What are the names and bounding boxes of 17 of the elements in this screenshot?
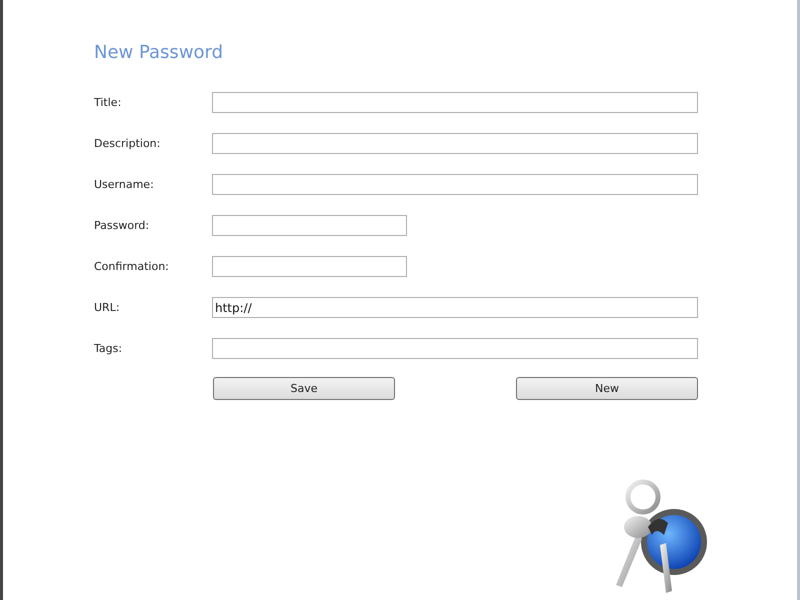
field-label: Description:: [94, 137, 162, 150]
field-label: Password:: [94, 219, 150, 232]
field-label: Tags:: [94, 342, 124, 355]
input-field[interactable]: http://: [212, 297, 698, 318]
form-button[interactable]: Save: [213, 377, 395, 400]
field-label: URL:: [94, 301, 121, 314]
input-field[interactable]: [212, 256, 407, 277]
input-field[interactable]: [212, 338, 698, 359]
form-button[interactable]: New: [516, 377, 698, 400]
input-field[interactable]: [212, 133, 698, 154]
field-label: Confirmation:: [94, 260, 170, 273]
form-heading: New Password: [94, 42, 224, 65]
input-field[interactable]: [212, 92, 698, 113]
field-label: Title:: [94, 96, 122, 109]
field-label: Username:: [94, 178, 155, 191]
input-field[interactable]: [212, 215, 407, 236]
input-field[interactable]: [212, 174, 698, 195]
